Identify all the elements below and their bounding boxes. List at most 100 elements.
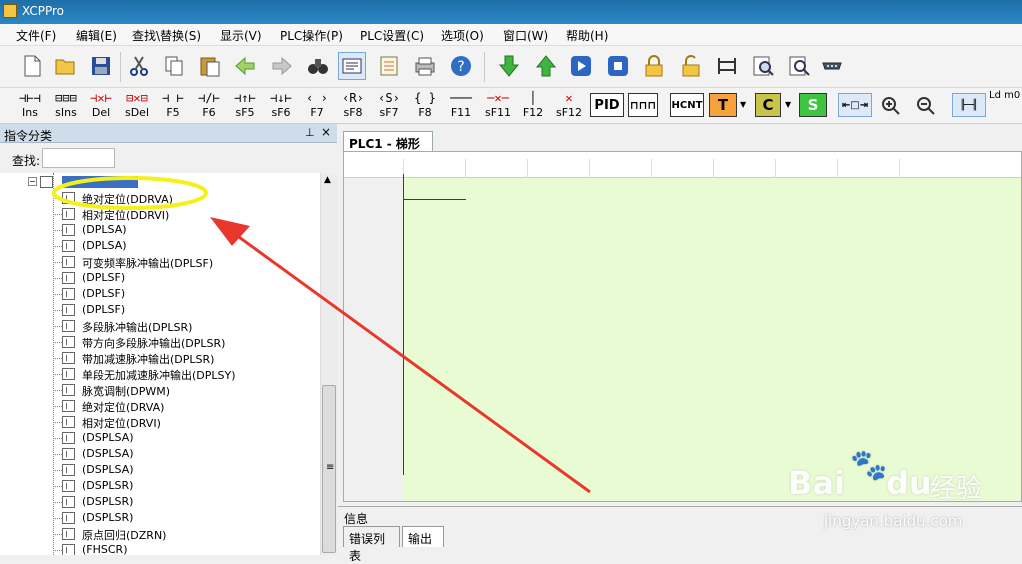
find-binoculars-icon[interactable] [304, 52, 332, 80]
menu-options[interactable]: 选项(O) [441, 27, 484, 44]
collapse-toggle-icon[interactable]: − [28, 177, 37, 186]
left-power-rail [403, 174, 404, 475]
sf11-button[interactable]: ─✕─ sF11 [481, 90, 515, 122]
scroll-up-icon[interactable]: ▲ [324, 175, 331, 185]
tab-ladder-diagram[interactable]: PLC1 - 梯形图 [343, 131, 433, 168]
menu-find-replace[interactable]: 查找\替换(S) [132, 27, 201, 44]
paste-icon[interactable] [196, 52, 224, 80]
unlock-icon[interactable] [677, 52, 705, 80]
tree-item[interactable]: 绝对定位(DRVA) [0, 398, 320, 414]
sf8-button[interactable]: ‹R› sF8 [336, 90, 370, 122]
ladder-monitor-button[interactable]: ╟─╢ [952, 93, 986, 117]
tree-item[interactable]: 多段脉冲输出(DPLSR) [0, 318, 320, 334]
hline-icon: ─── [450, 91, 472, 105]
copy-icon[interactable] [160, 52, 188, 80]
print-icon[interactable] [411, 52, 439, 80]
tree-item-label: (DSPLSA) [82, 431, 134, 444]
upload-arrow-icon[interactable] [532, 52, 560, 80]
zoom-out-icon[interactable] [912, 92, 940, 120]
pin-icon[interactable]: ⊥ [305, 126, 315, 139]
hcnt-button[interactable]: HCNT [670, 93, 704, 117]
view-doc-icon[interactable] [785, 52, 813, 80]
tree-item[interactable]: 带加减速脉冲输出(DPLSR) [0, 350, 320, 366]
menu-file[interactable]: 文件(F) [16, 27, 56, 44]
menu-help[interactable]: 帮助(H) [566, 27, 608, 44]
state-button[interactable]: S [799, 93, 827, 117]
stop-icon[interactable] [604, 52, 632, 80]
run-icon[interactable] [567, 52, 595, 80]
tree-item[interactable]: 带方向多段脉冲输出(DPLSR) [0, 334, 320, 350]
tree-item-label: (FHSCR) [82, 543, 128, 555]
tree-item[interactable]: 单段无加减速脉冲输出(DPLSY) [0, 366, 320, 382]
f12-button[interactable]: │ F12 [516, 90, 550, 122]
open-folder-icon[interactable] [52, 52, 80, 80]
tree-item[interactable]: (DSPLSA) [0, 430, 320, 446]
pulse-button[interactable]: ⊓⊓⊓ [628, 93, 658, 117]
tree-item[interactable]: 相对定位(DRVI) [0, 414, 320, 430]
tree-item[interactable]: (FHSCR) [0, 542, 320, 555]
tree-item[interactable]: (DSPLSA) [0, 462, 320, 478]
counter-button[interactable]: C [755, 93, 781, 117]
tree-item[interactable]: 脉宽调制(DPWM) [0, 382, 320, 398]
tree-item[interactable]: (DPLSF) [0, 270, 320, 286]
menu-plc-operation[interactable]: PLC操作(P) [280, 27, 343, 44]
ladder-view-icon[interactable] [338, 52, 366, 80]
scroll-thumb[interactable]: ≡ [322, 385, 336, 553]
sf7-button[interactable]: ‹S› sF7 [372, 90, 406, 122]
tree-item[interactable]: (DPLSF) [0, 286, 320, 302]
f5-button[interactable]: ⊣ ⊢ F5 [156, 90, 190, 122]
f6-button[interactable]: ⊣/⊢ F6 [192, 90, 226, 122]
search-input[interactable] [42, 148, 115, 168]
column-width-button[interactable]: ⇤□⇥ [838, 93, 872, 117]
tree-item[interactable]: (DSPLSA) [0, 446, 320, 462]
timer-dropdown-icon[interactable]: ▼ [740, 100, 746, 109]
tree-item[interactable]: (DSPLSR) [0, 510, 320, 526]
f7-button[interactable]: ‹ › F7 [300, 90, 334, 122]
instruction-icon [62, 304, 75, 316]
counter-dropdown-icon[interactable]: ▼ [785, 100, 791, 109]
tree-item[interactable]: (DSPLSR) [0, 478, 320, 494]
sf6-button[interactable]: ⊣↓⊢ sF6 [264, 90, 298, 122]
download-arrow-icon[interactable] [495, 52, 523, 80]
timer-button[interactable]: T [709, 93, 737, 117]
instruction-list-icon[interactable] [375, 52, 403, 80]
menu-edit[interactable]: 编辑(E) [76, 27, 117, 44]
back-arrow-icon[interactable] [231, 52, 259, 80]
sins-button[interactable]: ⊟⊟⊟ sIns [49, 90, 83, 122]
menu-window[interactable]: 窗口(W) [503, 27, 548, 44]
sdel-button[interactable]: ⊟✕⊟ sDel [120, 90, 154, 122]
tree-item[interactable]: (DSPLSR) [0, 494, 320, 510]
sf5-button[interactable]: ⊣↑⊢ sF5 [228, 90, 262, 122]
tree-item[interactable]: 绝对定位(DDRVA) [0, 190, 320, 206]
sf12-button[interactable]: ✕ sF12 [552, 90, 586, 122]
f8-button[interactable]: { } F8 [408, 90, 442, 122]
del-button[interactable]: ⊣✕⊢ Del [84, 90, 118, 122]
tree-item[interactable]: 相对定位(DDRVI) [0, 206, 320, 222]
monitor-ladder-icon[interactable] [713, 52, 741, 80]
help-icon[interactable]: ? [447, 52, 475, 80]
tree-item[interactable]: 可变频率脉冲输出(DPLSF) [0, 254, 320, 270]
tree-item-label: 带方向多段脉冲输出(DPLSR) [82, 337, 226, 350]
pid-button[interactable]: PID [590, 93, 624, 117]
zoom-in-icon[interactable] [877, 92, 905, 120]
tree-scrollbar[interactable]: ▲ ≡ [320, 173, 337, 555]
cut-icon[interactable] [125, 52, 153, 80]
save-icon[interactable] [87, 52, 115, 80]
new-file-icon[interactable] [18, 52, 46, 80]
search-doc-icon[interactable] [749, 52, 777, 80]
tree-item[interactable]: (DPLSA) [0, 238, 320, 254]
serial-port-icon[interactable] [818, 52, 846, 80]
selected-category[interactable] [62, 176, 138, 188]
ins-button[interactable]: ⊣⊢⊣ Ins [13, 90, 47, 122]
close-icon[interactable]: × [321, 125, 331, 139]
forward-arrow-icon[interactable] [268, 52, 296, 80]
tree-item[interactable]: 原点回归(DZRN) [0, 526, 320, 542]
tree-item[interactable]: (DPLSA) [0, 222, 320, 238]
tab-output[interactable]: 输出 [402, 526, 444, 547]
menu-plc-settings[interactable]: PLC设置(C) [360, 27, 424, 44]
tree-item[interactable]: (DPLSF) [0, 302, 320, 318]
lock-icon[interactable] [640, 52, 668, 80]
tab-error-list[interactable]: 错误列表 [343, 526, 400, 563]
f11-button[interactable]: ─── F11 [444, 90, 478, 122]
menu-view[interactable]: 显示(V) [220, 27, 262, 44]
